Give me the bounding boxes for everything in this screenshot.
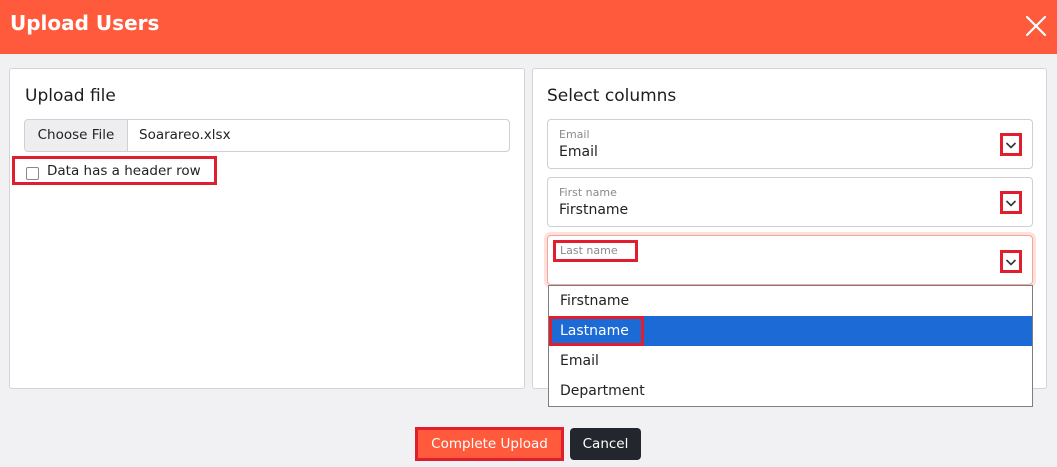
- file-input[interactable]: Choose File Soarareo.xlsx: [24, 119, 510, 152]
- choose-file-button[interactable]: Choose File: [25, 120, 128, 151]
- first-name-field-value: Firstname: [559, 202, 629, 218]
- dropdown-option-firstname[interactable]: Firstname: [549, 286, 1032, 316]
- header-row-option[interactable]: Data has a header row: [12, 156, 217, 185]
- dropdown-option-department[interactable]: Department: [549, 376, 1032, 406]
- email-field[interactable]: Email Email: [547, 119, 1033, 169]
- header-row-label: Data has a header row: [47, 163, 201, 179]
- header-row-checkbox[interactable]: [26, 167, 39, 180]
- chevron-down-icon[interactable]: [1000, 250, 1022, 273]
- dialog-title: Upload Users: [10, 11, 160, 35]
- last-name-field-label: Last name: [560, 244, 618, 257]
- upload-file-panel: Upload file Choose File Soarareo.xlsx Da…: [9, 68, 525, 389]
- last-name-field[interactable]: Last name: [547, 235, 1033, 285]
- file-name: Soarareo.xlsx: [139, 127, 231, 143]
- upload-file-heading: Upload file: [25, 86, 116, 106]
- last-name-dropdown[interactable]: Firstname Lastname Email Department: [548, 285, 1033, 407]
- dropdown-option-email[interactable]: Email: [549, 346, 1032, 376]
- email-field-label: Email: [559, 128, 590, 141]
- cancel-button[interactable]: Cancel: [570, 428, 641, 460]
- last-name-label-highlight: Last name: [553, 240, 638, 262]
- chevron-down-icon[interactable]: [1000, 133, 1022, 156]
- first-name-field[interactable]: First name Firstname: [547, 177, 1033, 227]
- dropdown-option-lastname[interactable]: Lastname: [549, 316, 1032, 346]
- chevron-down-icon[interactable]: [1000, 191, 1022, 214]
- first-name-field-label: First name: [559, 186, 617, 199]
- selected-option-highlight: [549, 316, 644, 346]
- close-icon[interactable]: [1021, 11, 1051, 41]
- dialog-header: Upload Users: [0, 0, 1057, 54]
- complete-upload-button[interactable]: Complete Upload: [415, 427, 564, 461]
- select-columns-heading: Select columns: [547, 86, 677, 106]
- email-field-value: Email: [559, 144, 598, 160]
